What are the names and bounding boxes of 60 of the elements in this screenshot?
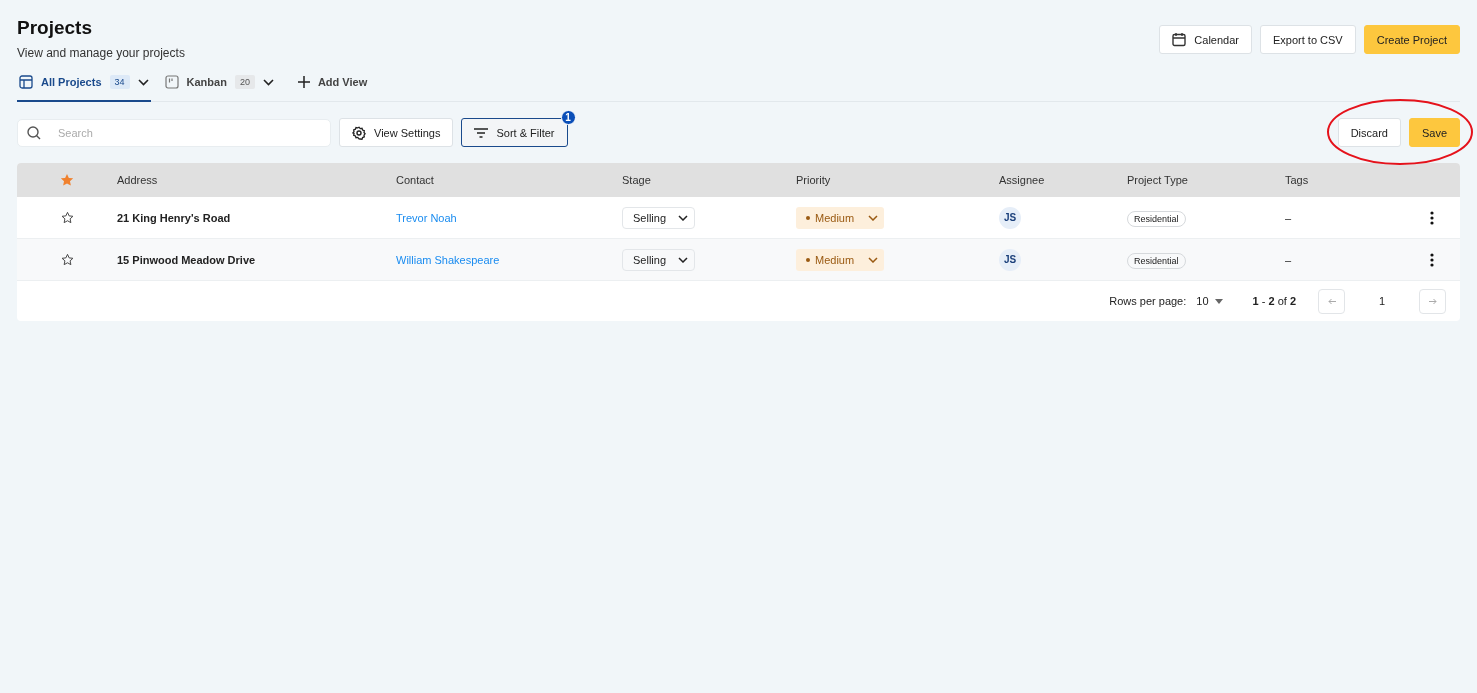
column-header: Priority <box>796 174 831 186</box>
table-icon <box>19 75 33 89</box>
column-header: Address <box>117 174 158 186</box>
more-icon[interactable] <box>1430 210 1434 225</box>
assignee-avatar: JS <box>999 248 1021 271</box>
count-badge: 34 <box>109 75 130 89</box>
chevron-down-icon <box>868 214 879 221</box>
tags-cell: – <box>1285 211 1292 224</box>
chevron-down-icon <box>678 214 689 221</box>
star-icon[interactable] <box>60 253 74 266</box>
more-icon[interactable] <box>1430 252 1434 267</box>
address-cell: 15 Pinwood Meadow Drive <box>117 253 256 266</box>
calendar-icon <box>1172 32 1187 47</box>
page-subtitle: View and manage your projects <box>17 46 185 60</box>
tab-label: All Projects <box>41 76 102 88</box>
tags-cell: – <box>1285 253 1292 266</box>
star-icon[interactable] <box>60 173 74 187</box>
count-badge: 20 <box>234 75 255 89</box>
page-title: Projects <box>17 17 93 39</box>
stage-dropdown[interactable]: Selling <box>622 206 696 229</box>
filter-icon <box>474 127 489 138</box>
chevron-down-icon <box>678 256 689 263</box>
export-button[interactable]: Export to CSV <box>1260 25 1356 54</box>
view-tab[interactable]: Add View <box>295 64 382 102</box>
chevron-down-icon <box>868 256 879 263</box>
column-header: Project Type <box>1127 174 1188 186</box>
caret-down-icon <box>1214 298 1223 304</box>
search-field[interactable]: Search <box>17 118 331 147</box>
view-settings-button[interactable]: View Settings <box>339 118 454 147</box>
create-button[interactable]: Create Project <box>1363 25 1460 54</box>
calendar-button[interactable]: Calendar <box>1159 25 1252 54</box>
chevron-down-icon[interactable] <box>262 78 274 86</box>
save-button[interactable]: Save <box>1408 118 1460 147</box>
settings-icon <box>352 125 366 140</box>
priority-dropdown[interactable]: Medium <box>796 248 885 271</box>
tab-label: Kanban <box>186 76 227 88</box>
view-tab[interactable]: Kanban 20 <box>162 64 288 102</box>
tab-label: Add View <box>317 76 368 88</box>
arrow-right-icon <box>1428 297 1437 305</box>
address-cell: 21 King Henry's Road <box>117 211 231 224</box>
column-header: Assignee <box>999 174 1045 186</box>
rows-per-page-label: Rows per page: <box>1109 295 1187 307</box>
arrow-left-icon <box>1327 297 1336 305</box>
column-header: Tags <box>1285 174 1309 186</box>
plus-icon <box>297 76 310 88</box>
stage-dropdown[interactable]: Selling <box>622 248 696 271</box>
column-header: Stage <box>622 174 651 186</box>
contact-link[interactable]: Trevor Noah <box>396 211 457 224</box>
star-icon[interactable] <box>60 211 74 224</box>
page-number: 1 <box>1377 295 1387 307</box>
chevron-down-icon[interactable] <box>137 78 149 86</box>
search-icon <box>27 125 41 140</box>
page-range: 1 - 2 of 2 <box>1252 295 1296 307</box>
kanban-icon <box>164 75 179 89</box>
column-header: Contact <box>396 174 434 186</box>
discard-button[interactable]: Discard <box>1337 118 1401 147</box>
rows-per-page-dropdown[interactable]: 10 <box>1196 295 1223 307</box>
assignee-avatar: JS <box>999 206 1021 229</box>
priority-dropdown[interactable]: Medium <box>796 206 885 229</box>
view-tab[interactable]: All Projects 34 <box>17 64 151 102</box>
